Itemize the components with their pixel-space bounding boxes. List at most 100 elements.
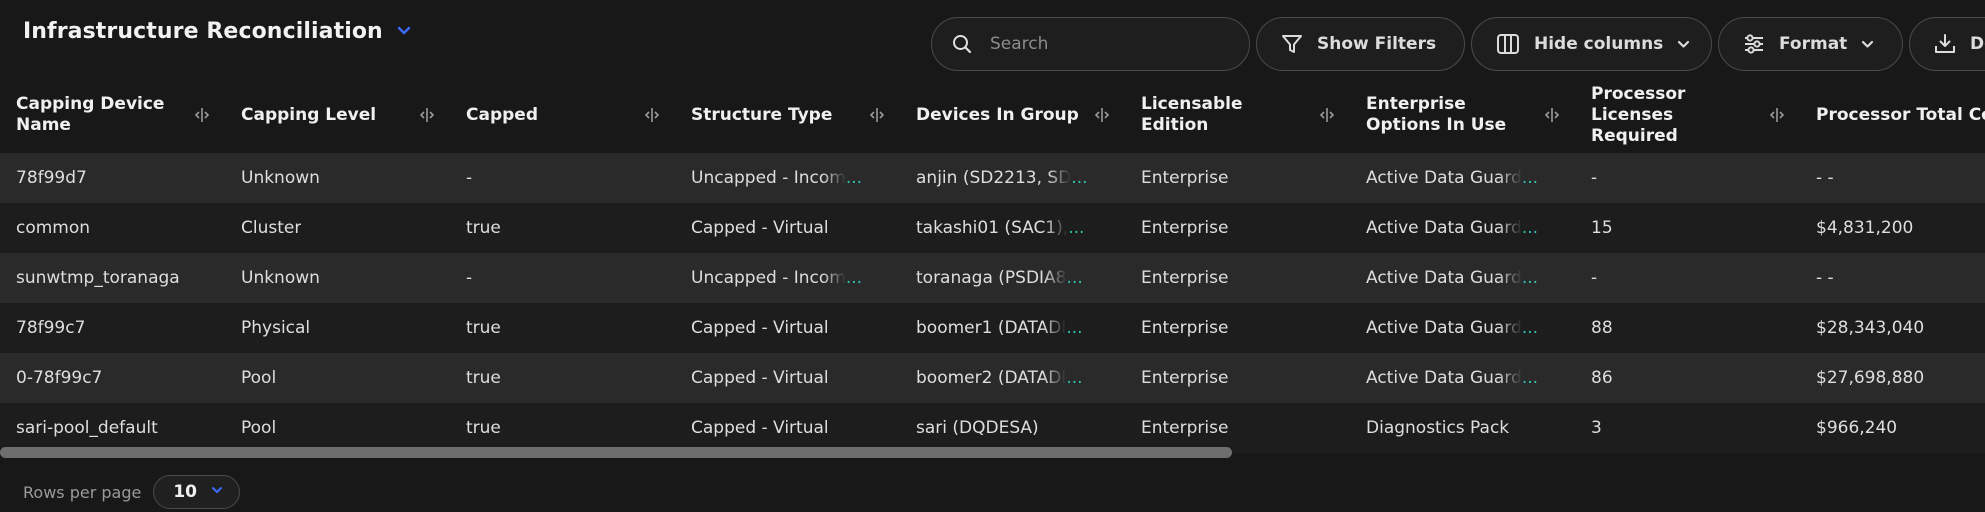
- table-cell: 0-78f99c7: [0, 353, 225, 403]
- rows-per-page-label: Rows per page: [23, 482, 142, 502]
- table-cell: Enterprise: [1125, 403, 1350, 453]
- table-cell: Enterprise: [1125, 303, 1350, 353]
- search-box[interactable]: [931, 17, 1250, 71]
- chevron-down-icon: [1677, 40, 1690, 49]
- table-cell: Capped - Virtual: [675, 303, 900, 353]
- show-filters-label: Show Filters: [1317, 34, 1437, 54]
- hide-columns-button[interactable]: Hide columns: [1471, 17, 1712, 71]
- search-input[interactable]: [990, 34, 1225, 54]
- column-header[interactable]: Processor Licenses Required: [1575, 77, 1800, 153]
- download-button[interactable]: Download: [1909, 17, 1985, 71]
- table-row[interactable]: common Cluster true Capped - Virtual takashi…: [0, 203, 1985, 253]
- sliders-icon: [1743, 33, 1765, 55]
- rows-per-page-value: 10: [173, 482, 197, 502]
- cell-text: 86: [1591, 368, 1613, 388]
- column-header[interactable]: Devices In Group: [900, 77, 1125, 153]
- table-cell: anjin (SD2213, SD...: [900, 153, 1125, 203]
- rows-per-page-select[interactable]: 10: [153, 475, 241, 509]
- cell-text: $28,343,040: [1816, 318, 1925, 338]
- show-filters-button[interactable]: Show Filters: [1256, 17, 1465, 71]
- search-icon: [952, 34, 972, 54]
- table-cell: Active Data Guard...: [1350, 353, 1575, 403]
- table-row[interactable]: sunwtmp_toranaga Unknown - Uncapped - Incom…: [0, 253, 1985, 303]
- data-table-container: Capping Device Name Capping Level Capped St…: [0, 77, 1985, 457]
- hide-columns-label: Hide columns: [1534, 34, 1664, 54]
- cell-text: $4,831,200: [1816, 218, 1914, 238]
- table-cell: Uncapped - Incom...: [675, 153, 900, 203]
- table-row[interactable]: 0-78f99c7 Pool true Capped - Virtual boomer2…: [0, 353, 1985, 403]
- column-resize-icon[interactable]: [645, 107, 659, 123]
- table-row[interactable]: sari-pool_default Pool true Capped - Virtua…: [0, 403, 1985, 453]
- column-header[interactable]: Enterprise Options In Use: [1350, 77, 1575, 153]
- table-header-row: Capping Device Name Capping Level Capped St…: [0, 77, 1985, 153]
- column-resize-icon[interactable]: [195, 107, 209, 123]
- column-header-label: Licensable Edition: [1141, 94, 1243, 135]
- table-cell: Capped - Virtual: [675, 353, 900, 403]
- format-label: Format: [1779, 34, 1848, 54]
- cell-text: takashi01 (SAC1),: [916, 218, 1069, 238]
- table-cell: Active Data Guard...: [1350, 203, 1575, 253]
- horizontal-scrollbar[interactable]: [0, 447, 1232, 458]
- column-resize-icon[interactable]: [1095, 107, 1109, 123]
- column-resize-icon[interactable]: [420, 107, 434, 123]
- column-header[interactable]: Licensable Edition: [1125, 77, 1350, 153]
- table-cell: Enterprise: [1125, 253, 1350, 303]
- truncation-ellipsis: ...: [1066, 268, 1083, 288]
- table-row[interactable]: 78f99d7 Unknown - Uncapped - Incom... anjin …: [0, 153, 1985, 203]
- table-cell: Enterprise: [1125, 353, 1350, 403]
- cell-text: Active Data Guard: [1366, 318, 1522, 338]
- chevron-down-icon[interactable]: [397, 23, 413, 39]
- cell-text: Active Data Guard: [1366, 168, 1522, 188]
- title-dropdown[interactable]: Infrastructure Reconciliation: [23, 16, 413, 46]
- column-header-label: Capping Device Name: [16, 94, 165, 135]
- table-cell: Capped - Virtual: [675, 203, 900, 253]
- cell-text: true: [466, 218, 501, 238]
- table-cell: true: [450, 353, 675, 403]
- truncation-ellipsis: ...: [845, 168, 863, 188]
- table-cell: true: [450, 203, 675, 253]
- table-cell: boomer2 (DATADI...: [900, 353, 1125, 403]
- table-row[interactable]: 78f99c7 Physical true Capped - Virtual boome…: [0, 303, 1985, 353]
- column-resize-icon[interactable]: [870, 107, 884, 123]
- chevron-down-icon: [211, 486, 223, 494]
- app-page: Infrastructure Reconciliation Show Filte…: [0, 0, 1985, 512]
- cell-text: Active Data Guard: [1366, 268, 1522, 288]
- table-cell: $27,698,880: [1800, 353, 1985, 403]
- table-cell: sari (DQDESA): [900, 403, 1125, 453]
- columns-icon: [1496, 33, 1520, 55]
- chevron-down-icon: [1861, 40, 1874, 49]
- table-cell: -: [450, 153, 675, 203]
- format-button[interactable]: Format: [1718, 17, 1903, 71]
- table-cell: 15: [1575, 203, 1800, 253]
- table-cell: sari-pool_default: [0, 403, 225, 453]
- column-header[interactable]: Processor Total Cost: [1800, 77, 1985, 153]
- truncation-ellipsis: ...: [845, 268, 863, 288]
- table-cell: -: [1575, 153, 1800, 203]
- column-header[interactable]: Capping Device Name: [0, 77, 225, 153]
- cell-text: -: [1591, 268, 1598, 288]
- table-cell: Enterprise: [1125, 203, 1350, 253]
- table-cell: 78f99d7: [0, 153, 225, 203]
- cell-text: 15: [1591, 218, 1613, 238]
- column-resize-icon[interactable]: [1545, 107, 1559, 123]
- column-header-label: Structure Type: [691, 104, 833, 125]
- cell-text: Physical: [241, 318, 311, 338]
- truncation-ellipsis: ...: [1068, 218, 1085, 238]
- cell-text: -: [466, 168, 473, 188]
- truncation-ellipsis: ...: [1521, 218, 1539, 238]
- cell-text: Cluster: [241, 218, 302, 238]
- table-cell: 3: [1575, 403, 1800, 453]
- cell-text: true: [466, 368, 501, 388]
- column-resize-icon[interactable]: [1770, 107, 1784, 123]
- table-cell: - -: [1800, 253, 1985, 303]
- cell-text: -: [466, 268, 473, 288]
- cell-text: 0-78f99c7: [16, 368, 103, 388]
- table-cell: Diagnostics Pack: [1350, 403, 1575, 453]
- column-header[interactable]: Capping Level: [225, 77, 450, 153]
- column-header[interactable]: Capped: [450, 77, 675, 153]
- column-resize-icon[interactable]: [1320, 107, 1334, 123]
- table-cell: Pool: [225, 403, 450, 453]
- column-header[interactable]: Structure Type: [675, 77, 900, 153]
- cell-text: Capped - Virtual: [691, 368, 829, 388]
- cell-text: Unknown: [241, 268, 320, 288]
